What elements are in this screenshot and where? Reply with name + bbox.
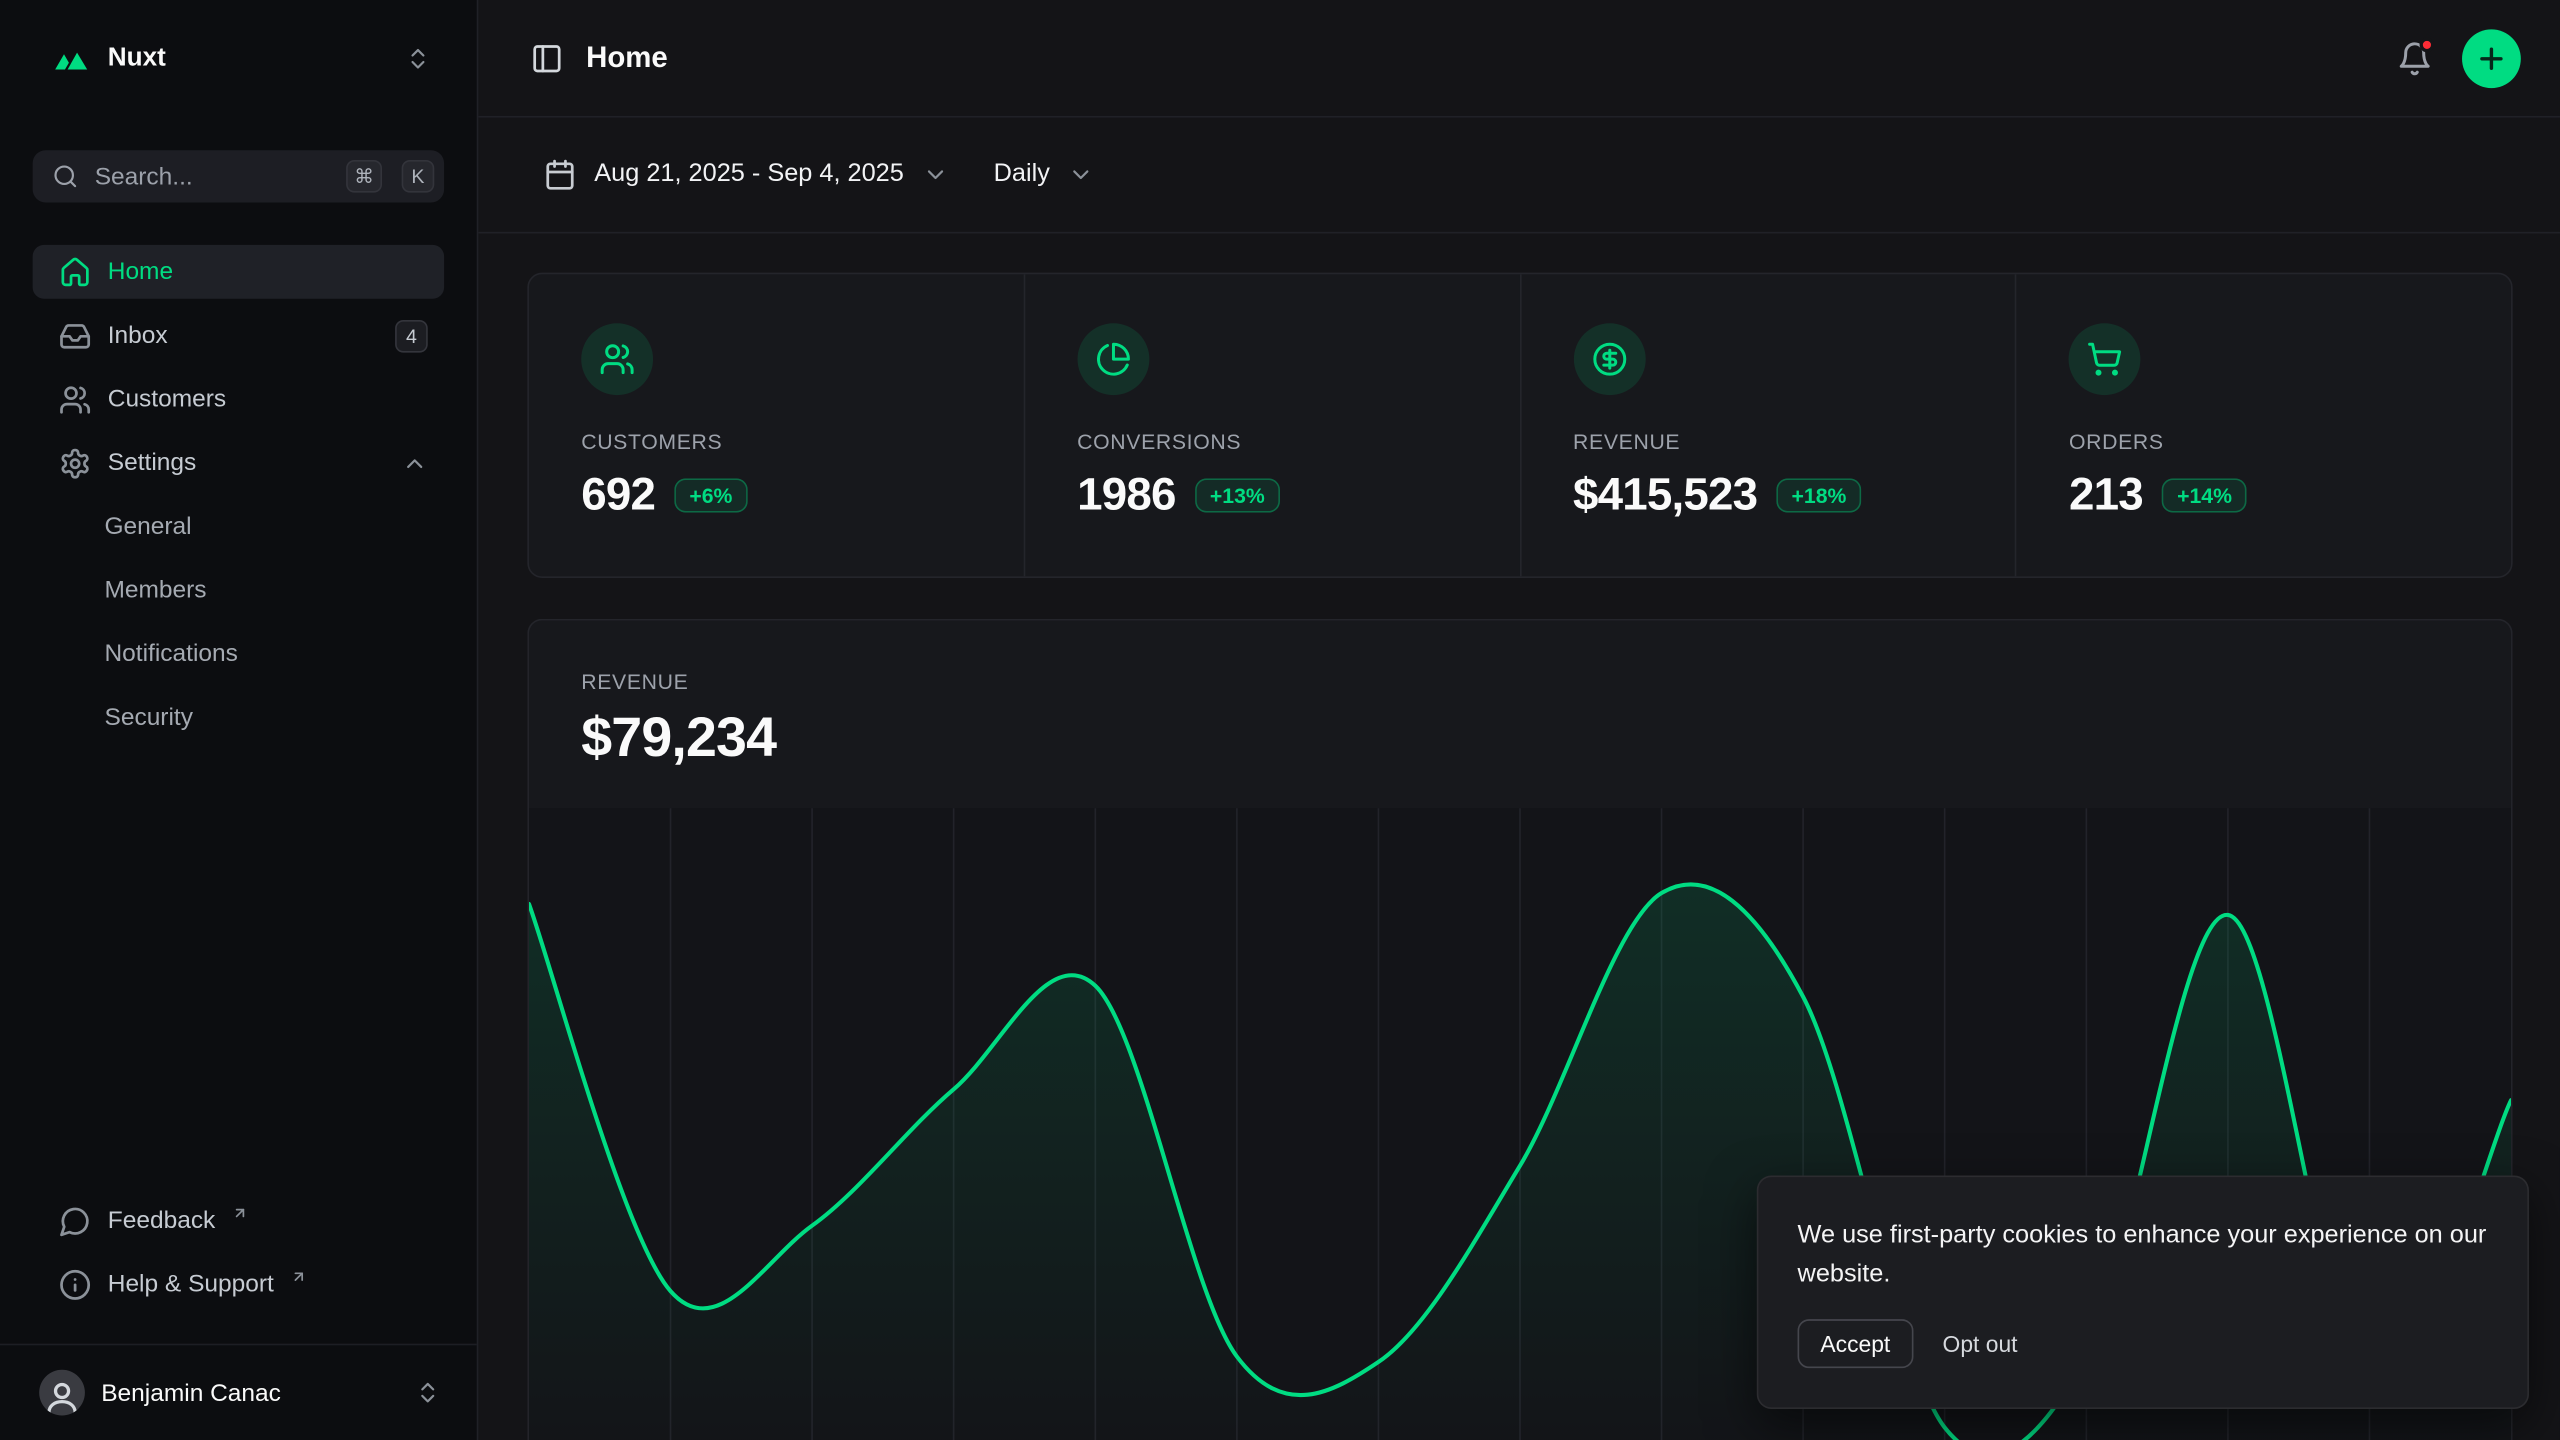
sidebar-item-label: Settings bbox=[108, 449, 196, 477]
feedback-label: Feedback bbox=[108, 1207, 216, 1235]
chevron-up-icon bbox=[402, 450, 428, 476]
chevron-down-icon bbox=[1068, 162, 1094, 188]
filters-toolbar: Aug 21, 2025 - Sep 4, 2025 Daily bbox=[478, 118, 2560, 234]
chevrons-up-down-icon bbox=[415, 1380, 441, 1406]
date-range-label: Aug 21, 2025 - Sep 4, 2025 bbox=[594, 160, 904, 189]
accept-cookies-button[interactable]: Accept bbox=[1798, 1319, 1914, 1368]
notification-dot bbox=[2420, 37, 2435, 52]
sidebar-item-settings[interactable]: Settings bbox=[33, 436, 444, 490]
sidebar-item-inbox[interactable]: Inbox 4 bbox=[33, 309, 444, 363]
users-icon bbox=[59, 383, 92, 416]
stat-revenue[interactable]: REVENUE $415,523 +18% bbox=[1519, 274, 2015, 576]
add-button[interactable] bbox=[2462, 29, 2521, 88]
stat-delta-badge: +13% bbox=[1195, 478, 1279, 512]
pie-chart-icon bbox=[1077, 323, 1149, 395]
period-label: Daily bbox=[994, 160, 1050, 189]
avatar bbox=[39, 1370, 85, 1416]
users-icon bbox=[581, 323, 653, 395]
sidebar-item-settings-general[interactable]: General bbox=[33, 500, 444, 554]
sidebar-item-settings-notifications[interactable]: Notifications bbox=[33, 627, 444, 681]
sidebar: Nuxt Search... ⌘ K Home bbox=[0, 0, 478, 1440]
cookie-banner: We use first-party cookies to enhance yo… bbox=[1757, 1175, 2529, 1409]
search-icon bbox=[52, 163, 78, 189]
stat-delta-badge: +14% bbox=[2162, 478, 2246, 512]
sidebar-item-settings-security[interactable]: Security bbox=[33, 691, 444, 745]
dashboard-root: Nuxt Search... ⌘ K Home bbox=[0, 0, 2560, 1440]
calendar-icon bbox=[544, 158, 577, 191]
period-select[interactable]: Daily bbox=[994, 160, 1094, 189]
search-placeholder: Search... bbox=[95, 162, 327, 190]
cookie-actions: Accept Opt out bbox=[1798, 1319, 2489, 1368]
stat-delta-badge: +6% bbox=[675, 478, 747, 512]
plus-icon bbox=[2475, 42, 2508, 75]
topbar: Home bbox=[478, 0, 2560, 118]
home-icon bbox=[59, 256, 92, 289]
panel-left-icon[interactable] bbox=[531, 42, 564, 75]
page-title: Home bbox=[586, 41, 668, 75]
stat-label: ORDERS bbox=[2069, 429, 2459, 453]
revenue-chart-value: $79,234 bbox=[581, 707, 2459, 771]
external-link-icon bbox=[290, 1268, 306, 1284]
cookie-message: We use first-party cookies to enhance yo… bbox=[1798, 1216, 2489, 1294]
sidebar-item-home[interactable]: Home bbox=[33, 245, 444, 299]
date-range-picker[interactable]: Aug 21, 2025 - Sep 4, 2025 bbox=[544, 158, 948, 191]
user-strip: Benjamin Canac bbox=[0, 1344, 477, 1440]
feedback-link[interactable]: Feedback bbox=[33, 1193, 444, 1247]
nuxt-logo-icon bbox=[52, 39, 91, 78]
stat-value: 1986 bbox=[1077, 469, 1175, 521]
workspace-name: Nuxt bbox=[108, 44, 389, 73]
sidebar-item-label: Home bbox=[108, 258, 173, 286]
external-link-icon bbox=[232, 1204, 248, 1220]
user-menu[interactable]: Benjamin Canac bbox=[20, 1358, 458, 1427]
inbox-icon bbox=[59, 319, 92, 352]
stat-delta-badge: +18% bbox=[1777, 478, 1861, 512]
stat-label: CUSTOMERS bbox=[581, 429, 971, 453]
optout-cookies-button[interactable]: Opt out bbox=[1933, 1321, 2028, 1367]
sidebar-footer: Feedback Help & Support bbox=[33, 1193, 444, 1343]
help-support-link[interactable]: Help & Support bbox=[33, 1257, 444, 1311]
info-circle-icon bbox=[59, 1268, 92, 1301]
gear-icon bbox=[59, 447, 92, 480]
topbar-actions bbox=[2397, 29, 2521, 88]
kbd-k: K bbox=[402, 160, 435, 193]
inbox-count-badge: 4 bbox=[395, 319, 428, 352]
stats-row: CUSTOMERS 692 +6% CONVERSIONS 1986 +13% bbox=[527, 273, 2512, 578]
sidebar-item-label: Inbox bbox=[108, 322, 168, 350]
stat-value: 213 bbox=[2069, 469, 2143, 521]
chevrons-up-down-icon bbox=[405, 46, 431, 72]
sidebar-item-settings-members[interactable]: Members bbox=[33, 563, 444, 617]
sidebar-item-label: Customers bbox=[108, 385, 226, 413]
stat-label: REVENUE bbox=[1573, 429, 1963, 453]
stat-conversions[interactable]: CONVERSIONS 1986 +13% bbox=[1023, 274, 1519, 576]
stat-value: $415,523 bbox=[1573, 469, 1757, 521]
revenue-chart-header: REVENUE $79,234 bbox=[529, 620, 2511, 808]
chevron-down-icon bbox=[922, 162, 948, 188]
sidebar-nav: Home Inbox 4 Customers Settings bbox=[33, 245, 444, 754]
stat-value: 692 bbox=[581, 469, 655, 521]
stat-customers[interactable]: CUSTOMERS 692 +6% bbox=[529, 274, 1023, 576]
workspace-switcher[interactable]: Nuxt bbox=[33, 23, 444, 95]
user-name: Benjamin Canac bbox=[101, 1379, 398, 1407]
cart-icon bbox=[2069, 323, 2141, 395]
circle-dollar-icon bbox=[1573, 323, 1645, 395]
notifications-button[interactable] bbox=[2397, 40, 2433, 76]
sidebar-item-customers[interactable]: Customers bbox=[33, 372, 444, 426]
search-input[interactable]: Search... ⌘ K bbox=[33, 150, 444, 202]
message-circle-icon bbox=[59, 1204, 92, 1237]
stat-orders[interactable]: ORDERS 213 +14% bbox=[2015, 274, 2511, 576]
revenue-chart-label: REVENUE bbox=[581, 669, 2459, 693]
kbd-meta: ⌘ bbox=[346, 160, 382, 193]
stat-label: CONVERSIONS bbox=[1077, 429, 1467, 453]
help-support-label: Help & Support bbox=[108, 1270, 274, 1298]
